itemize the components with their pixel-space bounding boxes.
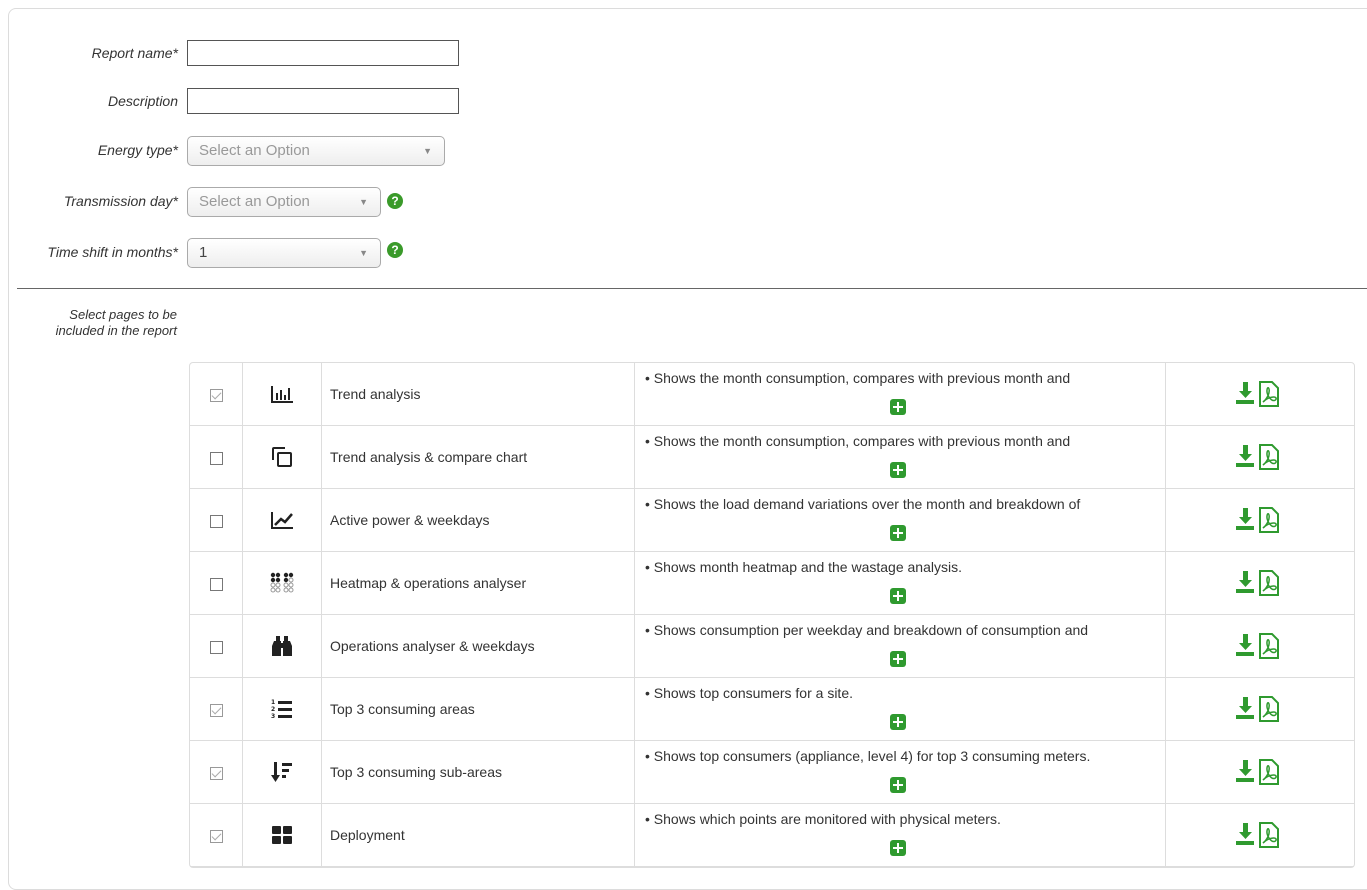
download-pdf-icon[interactable] <box>1234 569 1286 597</box>
expand-plus-icon[interactable] <box>890 399 906 415</box>
help-icon[interactable]: ? <box>387 242 403 258</box>
time-shift-label: Time shift in months* <box>47 244 178 260</box>
page-description: • Shows top consumers (appliance, level … <box>645 748 1091 764</box>
page-checkbox[interactable] <box>209 451 223 465</box>
report-name-label: Report name* <box>91 45 178 61</box>
sort-descending-icon <box>271 762 292 782</box>
page-name: Top 3 consuming areas <box>322 678 635 741</box>
page-description: • Shows month heatmap and the wastage an… <box>645 559 962 575</box>
description-label: Description <box>107 93 178 109</box>
pages-table: Trend analysis • Shows the month consump… <box>189 362 1355 868</box>
help-icon[interactable]: ? <box>387 193 403 209</box>
expand-plus-icon[interactable] <box>890 462 906 478</box>
download-pdf-icon[interactable] <box>1234 758 1286 786</box>
page-name: Heatmap & operations analyser <box>322 552 635 615</box>
svg-text:2: 2 <box>271 706 275 713</box>
energy-type-select[interactable]: Select an Option ▼ <box>187 136 445 166</box>
expand-plus-icon[interactable] <box>890 777 906 793</box>
expand-plus-icon[interactable] <box>890 714 906 730</box>
line-chart-icon <box>271 512 293 529</box>
download-pdf-icon[interactable] <box>1234 443 1286 471</box>
page-name: Trend analysis & compare chart <box>322 426 635 489</box>
table-row: Active power & weekdays • Shows the load… <box>190 489 1354 552</box>
table-row: Top 3 consuming sub-areas • Shows top co… <box>190 741 1354 804</box>
page-description: • Shows the load demand variations over … <box>645 496 1081 512</box>
energy-type-label: Energy type* <box>97 142 178 158</box>
time-shift-select[interactable]: 1 ▼ <box>187 238 381 268</box>
svg-text:3: 3 <box>271 713 275 720</box>
page-checkbox[interactable] <box>209 577 223 591</box>
page-checkbox[interactable] <box>209 766 223 780</box>
clone-icon <box>272 447 292 467</box>
transmission-day-value: Select an Option <box>199 193 310 210</box>
page-checkbox[interactable] <box>209 829 223 843</box>
grid-blocks-icon <box>272 826 292 844</box>
bar-chart-icon <box>271 386 293 403</box>
table-row: Trend analysis & compare chart • Shows t… <box>190 426 1354 489</box>
chevron-down-icon: ▼ <box>359 248 368 258</box>
page-name: Trend analysis <box>322 363 635 426</box>
time-shift-value: 1 <box>199 244 208 261</box>
table-row: Deployment • Shows which points are moni… <box>190 804 1354 867</box>
download-pdf-icon[interactable] <box>1234 506 1286 534</box>
expand-plus-icon[interactable] <box>890 588 906 604</box>
download-pdf-icon[interactable] <box>1234 632 1286 660</box>
svg-text:1: 1 <box>271 699 275 706</box>
page-checkbox[interactable] <box>209 703 223 717</box>
page-name: Active power & weekdays <box>322 489 635 552</box>
page-name: Deployment <box>322 804 635 867</box>
expand-plus-icon[interactable] <box>890 651 906 667</box>
download-pdf-icon[interactable] <box>1234 380 1286 408</box>
table-row: 123 Top 3 consuming areas • Shows top co… <box>190 678 1354 741</box>
download-pdf-icon[interactable] <box>1234 695 1286 723</box>
page-checkbox[interactable] <box>209 514 223 528</box>
download-pdf-icon[interactable] <box>1234 821 1286 849</box>
numbered-list-icon: 123 <box>271 699 292 720</box>
transmission-day-select[interactable]: Select an Option ▼ <box>187 187 381 217</box>
page-description: • Shows consumption per weekday and brea… <box>645 622 1089 638</box>
page-description: • Shows which points are monitored with … <box>645 811 1001 827</box>
heatmap-dots-icon <box>270 572 294 593</box>
report-name-input[interactable] <box>187 40 459 66</box>
energy-type-value: Select an Option <box>199 142 310 159</box>
table-row: Heatmap & operations analyser • Shows mo… <box>190 552 1354 615</box>
page-description: • Shows the month consumption, compares … <box>645 433 1071 449</box>
expand-plus-icon[interactable] <box>890 525 906 541</box>
chevron-down-icon: ▼ <box>423 146 432 156</box>
binoculars-icon <box>272 636 292 656</box>
page-checkbox[interactable] <box>209 640 223 654</box>
table-row: Operations analyser & weekdays • Shows c… <box>190 615 1354 678</box>
pages-section-label: Select pages to be included in the repor… <box>55 307 177 338</box>
description-input[interactable] <box>187 88 459 114</box>
table-row: Trend analysis • Shows the month consump… <box>190 363 1354 426</box>
chevron-down-icon: ▼ <box>359 197 368 207</box>
section-divider <box>17 288 1367 289</box>
page-checkbox[interactable] <box>209 388 223 402</box>
page-name: Top 3 consuming sub-areas <box>322 741 635 804</box>
transmission-day-label: Transmission day* <box>63 193 178 209</box>
page-name: Operations analyser & weekdays <box>322 615 635 678</box>
page-description: • Shows the month consumption, compares … <box>645 370 1071 386</box>
page-description: • Shows top consumers for a site. <box>645 685 853 701</box>
